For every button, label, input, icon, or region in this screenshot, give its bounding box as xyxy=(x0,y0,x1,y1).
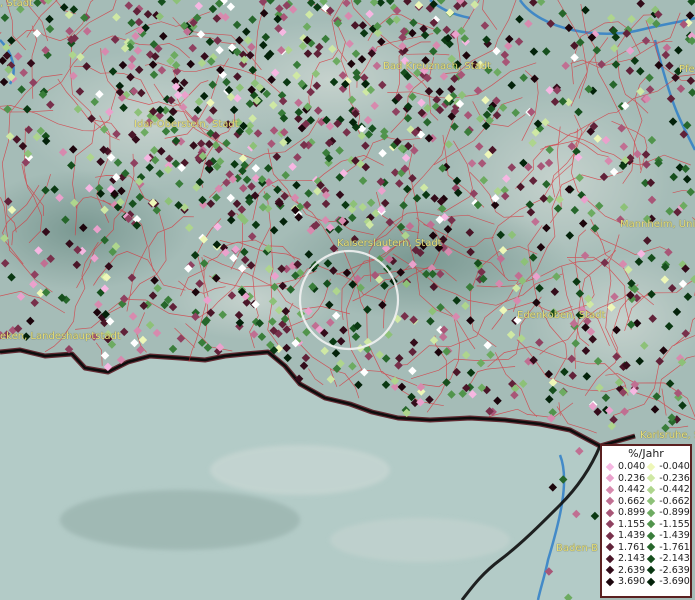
legend-value-pos: 1.439 xyxy=(618,530,646,542)
legend-value-pos: 3.690 xyxy=(618,576,646,588)
legend-value-neg: -0.442 xyxy=(659,484,690,496)
legend-title: %/Jahr xyxy=(628,447,664,460)
legend-swatch-pos xyxy=(605,520,615,529)
map-canvas[interactable] xyxy=(0,0,695,600)
legend-value-pos: 2.639 xyxy=(618,564,646,576)
legend-swatch-neg xyxy=(646,462,656,471)
legend-value-neg: -3.690 xyxy=(659,576,690,588)
place-label-stadt-top-left: , Stadt xyxy=(0,0,34,9)
place-label-pfe: Pfe xyxy=(679,64,695,75)
legend-swatch-pos xyxy=(605,497,615,506)
legend-row: 1.761 -1.761 xyxy=(604,541,690,554)
legend-swatch-pos xyxy=(605,543,615,552)
legend-row: 0.899 -0.899 xyxy=(604,507,690,519)
place-label-bad-kreuznach: Bad Kreuznach, Stadt xyxy=(383,61,492,72)
legend-value-neg: -0.040 xyxy=(659,461,690,473)
place-label-mannheim: Mannheim, Univ xyxy=(620,219,695,230)
place-label-edenkoben: Edenkoben, Stadt xyxy=(517,310,606,321)
legend-value-neg: -2.639 xyxy=(659,564,690,576)
legend-row: 0.662 -0.662 xyxy=(604,495,690,508)
legend-swatch-neg xyxy=(646,508,656,517)
legend-swatch-neg xyxy=(646,497,656,506)
legend-row: 2.143 -2.143 xyxy=(604,553,690,565)
legend-swatch-pos xyxy=(605,577,615,586)
legend-row: 3.690 -3.690 xyxy=(604,576,690,588)
place-label-landeshauptstadt: eken, Landeshauptstadt xyxy=(0,331,121,342)
map-legend: %/Jahr 0.040 -0.040 0.236 -0.236 0.442 -… xyxy=(600,444,692,598)
legend-swatch-pos xyxy=(605,474,615,483)
legend-value-pos: 0.899 xyxy=(618,507,646,519)
legend-value-pos: 0.442 xyxy=(618,484,646,496)
legend-swatch-pos xyxy=(605,566,615,575)
legend-swatch-neg xyxy=(646,543,656,552)
legend-value-pos: 1.761 xyxy=(618,541,646,553)
legend-value-neg: -1.761 xyxy=(659,541,690,553)
legend-value-pos: 0.662 xyxy=(618,495,646,507)
legend-row: 0.442 -0.442 xyxy=(604,484,690,496)
legend-value-pos: 0.040 xyxy=(618,461,646,473)
legend-row: 1.155 -1.155 xyxy=(604,518,690,531)
legend-value-pos: 1.155 xyxy=(618,518,646,530)
place-label-idar-oberstein: Idar-Oberstein, Stadt xyxy=(134,119,239,130)
legend-value-neg: -1.439 xyxy=(659,530,690,542)
legend-row: 1.439 -1.439 xyxy=(604,530,690,542)
place-label-kaiserslautern: Kaiserslautern, Stadt xyxy=(337,238,442,249)
legend-rows: 0.040 -0.040 0.236 -0.236 0.442 -0.442 0… xyxy=(604,461,690,588)
legend-swatch-neg xyxy=(646,554,656,563)
legend-row: 0.236 -0.236 xyxy=(604,472,690,485)
legend-row: 0.040 -0.040 xyxy=(604,461,690,473)
legend-swatch-pos xyxy=(605,554,615,563)
legend-swatch-neg xyxy=(646,531,656,540)
legend-swatch-neg xyxy=(646,474,656,483)
legend-swatch-pos xyxy=(605,508,615,517)
legend-value-neg: -1.155 xyxy=(659,518,690,530)
legend-value-neg: -0.662 xyxy=(659,495,690,507)
legend-row: 2.639 -2.639 xyxy=(604,564,690,577)
legend-swatch-pos xyxy=(605,485,615,494)
legend-swatch-neg xyxy=(646,520,656,529)
legend-value-neg: -0.899 xyxy=(659,507,690,519)
legend-value-pos: 2.143 xyxy=(618,553,646,565)
place-label-karlsruhe: Karlsruhe, S xyxy=(640,430,695,441)
legend-swatch-pos xyxy=(605,462,615,471)
legend-value-neg: -2.143 xyxy=(659,553,690,565)
legend-value-pos: 0.236 xyxy=(618,472,646,484)
legend-value-neg: -0.236 xyxy=(659,472,690,484)
place-label-baden: Baden-B xyxy=(556,543,598,554)
legend-swatch-neg xyxy=(646,577,656,586)
legend-swatch-pos xyxy=(605,531,615,540)
legend-swatch-neg xyxy=(646,485,656,494)
legend-swatch-neg xyxy=(646,566,656,575)
